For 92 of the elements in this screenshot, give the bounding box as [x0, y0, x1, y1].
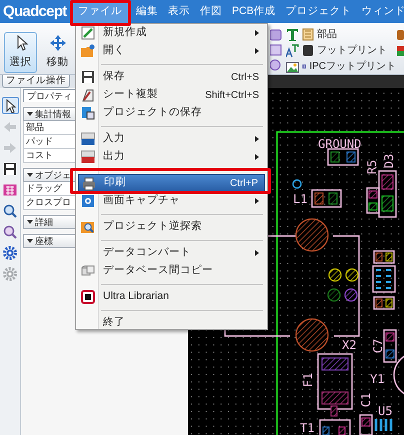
reference-label: D3	[382, 154, 396, 168]
attribute-text-icon	[286, 44, 299, 58]
shape-icon	[270, 59, 282, 71]
section-title: オブジェ	[35, 169, 71, 181]
pad	[345, 268, 359, 282]
project-file-icon	[81, 106, 95, 120]
reference-label: R5	[365, 160, 379, 174]
shape-icon	[270, 44, 282, 56]
footprint	[317, 353, 353, 410]
menu-item[interactable]: 開く	[78, 42, 265, 60]
zoom-out-icon	[3, 224, 17, 238]
reference-label: Y1	[370, 372, 384, 386]
reference-label: F1	[301, 372, 315, 388]
zoom-in-icon	[3, 204, 17, 218]
move-tool-button[interactable]: 移動	[41, 32, 74, 73]
reference-label: U5	[378, 404, 392, 418]
tool-button[interactable]	[2, 97, 18, 114]
pad	[344, 288, 358, 302]
caret-icon	[27, 220, 33, 224]
menu-item[interactable]: PCB作成	[228, 0, 280, 23]
mounting-hole	[295, 318, 329, 352]
library-button[interactable]: フットプリント	[317, 43, 387, 58]
spool-icon	[396, 29, 404, 41]
select-tool-button[interactable]: 選択	[4, 32, 37, 73]
chip-icon	[302, 44, 314, 57]
caret-icon	[27, 239, 33, 243]
tool-button[interactable]	[2, 160, 18, 177]
caret-icon	[27, 173, 33, 177]
menu-item[interactable]: 作図	[196, 0, 226, 23]
highlight-frame	[70, 0, 131, 26]
folder-search-icon	[81, 220, 95, 234]
reference-label: T1	[300, 421, 314, 435]
image-icon	[286, 60, 299, 74]
reference-label: L1	[293, 192, 308, 206]
menu-item[interactable]: データベース間コピー	[78, 262, 265, 280]
printer-icon	[82, 177, 96, 191]
shape-icon	[270, 29, 282, 41]
pad	[374, 418, 392, 432]
ribbon-group-label: ファイル操作	[2, 75, 70, 88]
tool-button[interactable]	[2, 202, 18, 219]
menu-item[interactable]: プロジェクト	[282, 0, 356, 23]
back-arrow-icon	[3, 120, 17, 134]
square-target-icon	[81, 290, 95, 304]
pad	[327, 288, 341, 302]
footprint	[319, 419, 351, 435]
section-title: 集計情報	[35, 108, 71, 120]
pad	[330, 406, 338, 416]
caret-icon	[27, 112, 33, 116]
gear-icon	[3, 246, 17, 260]
library-button[interactable]: IPCフットプリント	[309, 58, 396, 74]
shortcut-label: Ctrl+P	[230, 176, 258, 190]
capture-icon	[81, 194, 95, 208]
mounting-hole	[295, 218, 329, 252]
footprint	[327, 148, 359, 166]
menu-item[interactable]: 印刷 Ctrl+P	[78, 174, 265, 192]
reference-label: C1	[359, 392, 373, 408]
text-tool-icon	[286, 28, 299, 42]
library-button[interactable]: 部品	[317, 27, 337, 42]
app-logo: Quadcept	[2, 2, 68, 22]
via	[292, 179, 302, 189]
export-icon	[81, 150, 95, 164]
footprint	[383, 329, 397, 363]
menu-item[interactable]: プロジェクト逆探索	[78, 218, 265, 236]
gear-icon	[3, 266, 17, 280]
section-title: 詳細	[35, 216, 53, 228]
menu-item[interactable]: データコンバート	[78, 244, 265, 262]
menu-item[interactable]: 編集	[132, 0, 162, 23]
reference-label: GROUND	[318, 137, 362, 151]
shortcut-label: Shift+Ctrl+S	[205, 88, 259, 102]
footprint	[311, 189, 342, 208]
menu-item[interactable]: Ultra Librarian	[78, 288, 265, 306]
component-icon	[302, 28, 314, 42]
section-title: 座標	[35, 235, 53, 247]
menu-item[interactable]: 表示	[164, 0, 194, 23]
import-icon	[81, 132, 95, 146]
pad	[328, 268, 342, 282]
menu-item[interactable]: 新規作成	[78, 24, 265, 42]
menu-item[interactable]: 保存 Ctrl+S	[78, 68, 265, 86]
shortcut-label: Ctrl+S	[230, 70, 259, 84]
colour-block-icon	[396, 45, 404, 57]
forward-arrow-icon	[3, 140, 17, 154]
move-arrows-icon	[50, 35, 66, 51]
footprint	[373, 296, 395, 310]
footprint	[359, 414, 373, 435]
database-icon	[81, 264, 95, 278]
reference-label: C7	[371, 338, 385, 354]
menu-item[interactable]: プロジェクトの保存	[78, 104, 265, 122]
menu-item[interactable]: ウィンド	[358, 0, 404, 23]
reference-label: X2	[342, 338, 356, 352]
menu-item[interactable]: 終了	[78, 314, 265, 332]
folder-icon	[81, 44, 95, 58]
grid-icon	[3, 182, 17, 196]
